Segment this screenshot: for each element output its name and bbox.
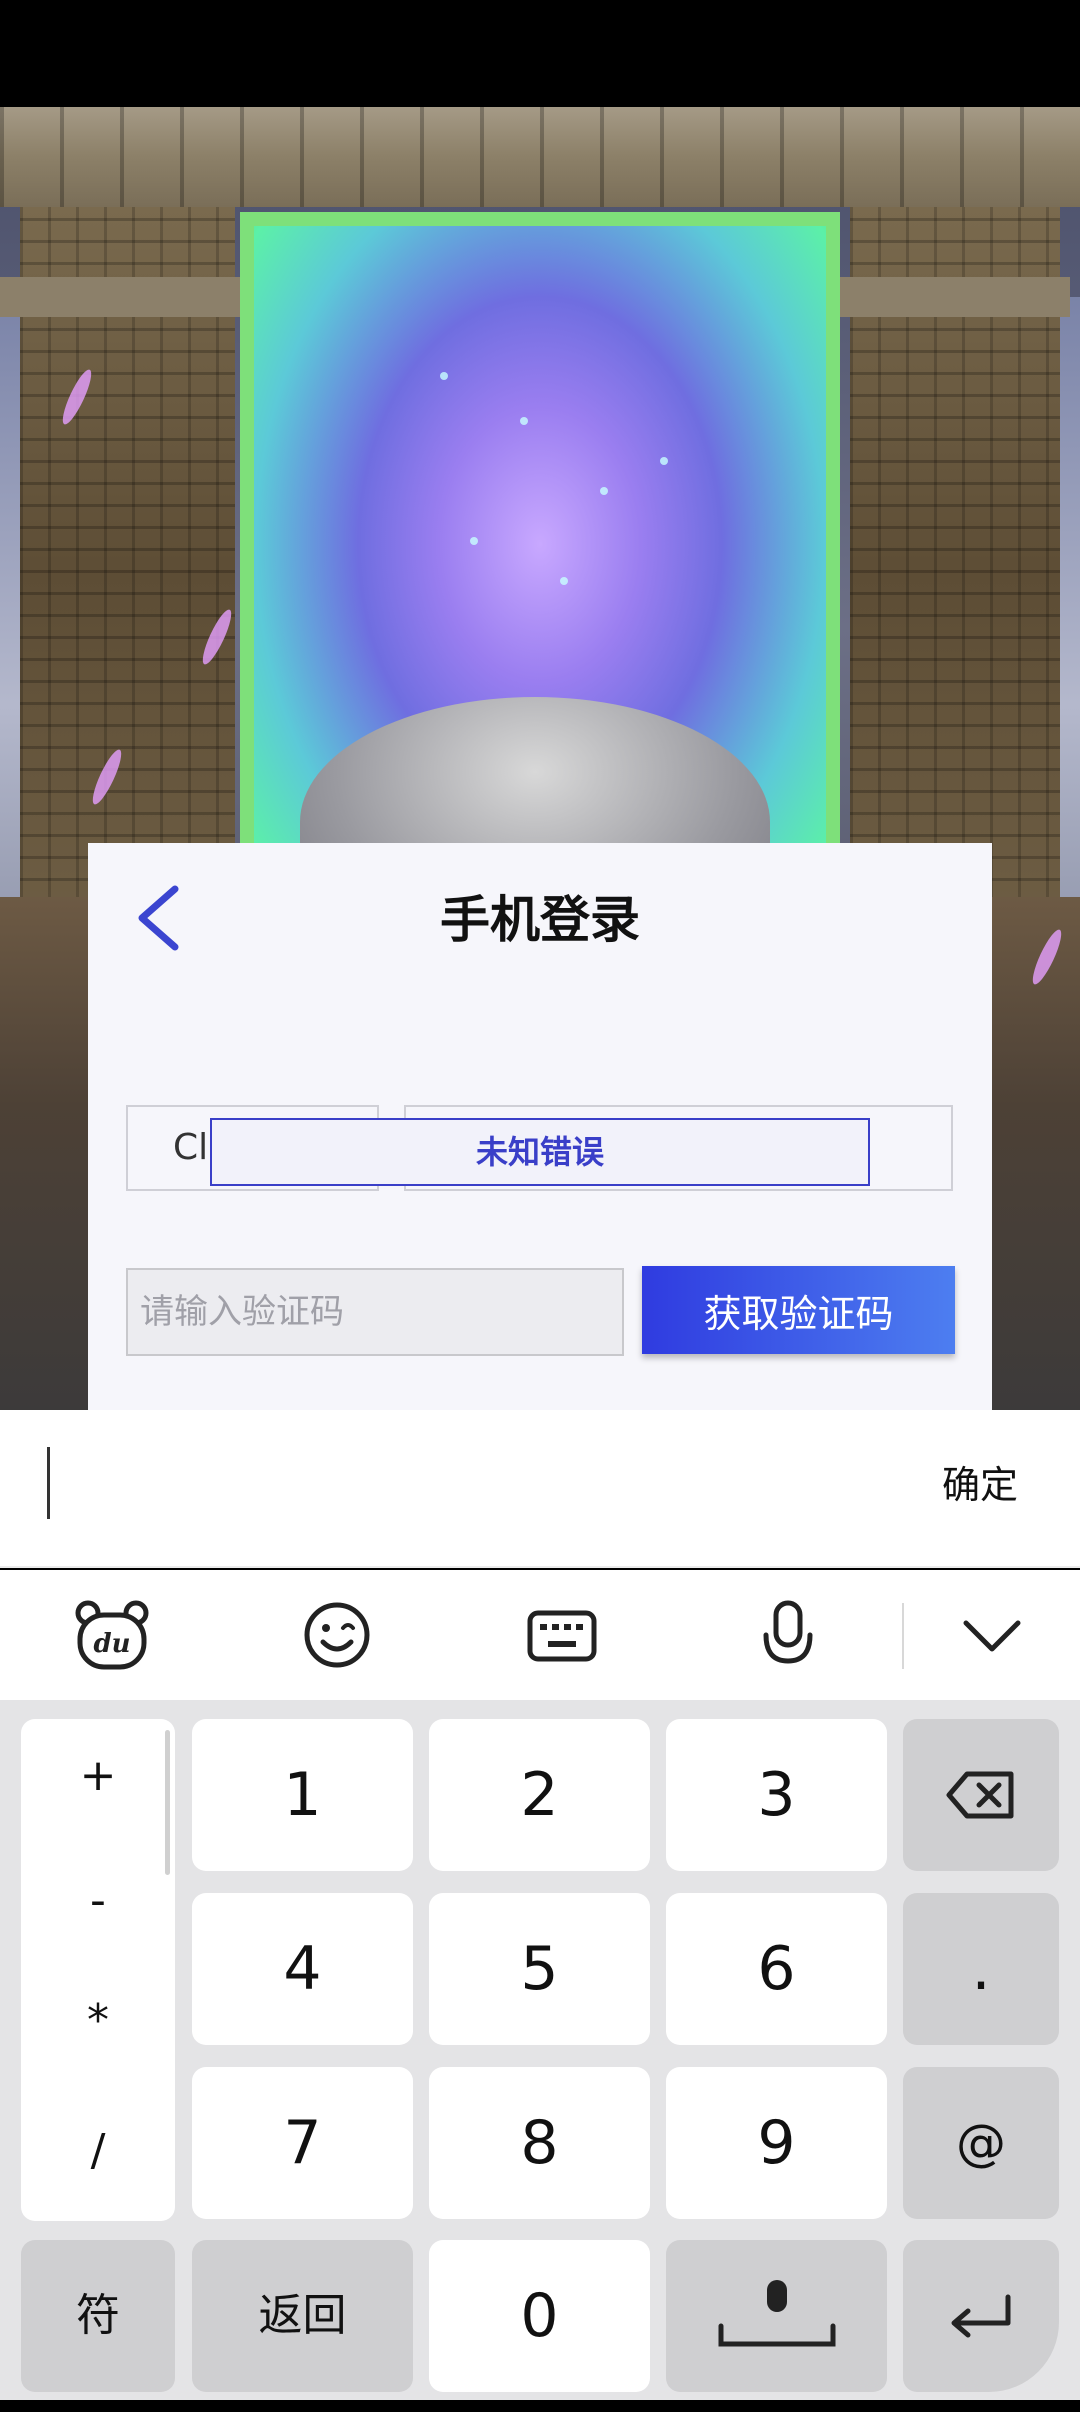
spark [440,372,448,380]
status-bar [0,0,1080,107]
key-1[interactable]: 1 [192,1719,413,1871]
key-at[interactable]: @ [903,2067,1059,2219]
key-8[interactable]: 8 [429,2067,650,2219]
collapse-chevron-icon[interactable] [954,1597,1030,1673]
country-code-text: Cl [173,1127,209,1168]
temple-lintel [0,107,1080,207]
text-caret [47,1447,50,1519]
spark [600,487,608,495]
pillar-right-capital [830,277,1070,317]
toolbar-divider [902,1603,904,1669]
du-bear-icon[interactable]: du [74,1597,150,1673]
key-9[interactable]: 9 [666,2067,887,2219]
enter-arrow-icon [951,2294,1011,2338]
space-mic-icon [718,2280,835,2347]
spark [470,537,478,545]
spark [660,457,668,465]
dialog-title: 手机登录 [440,891,640,949]
key-dot[interactable]: . [903,1893,1059,2045]
error-toast: 未知错误 [210,1118,870,1186]
key-3[interactable]: 3 [666,1719,887,1871]
key-6[interactable]: 6 [666,1893,887,2045]
key-asterisk[interactable]: * [21,1995,175,2046]
ime-input-bar[interactable] [0,1410,1080,1568]
symbols-key[interactable]: 符 [21,2240,175,2392]
pillar-right [850,207,1060,947]
back-key[interactable]: 返回 [192,2240,413,2392]
key-plus[interactable]: + [21,1750,175,1801]
key-7[interactable]: 7 [192,2067,413,2219]
voice-space-key[interactable] [666,2240,887,2392]
keyboard-icon[interactable] [524,1597,600,1673]
key-minus[interactable]: - [21,1875,175,1926]
confirm-button[interactable]: 确定 [930,1455,1030,1515]
svg-text:du: du [93,1629,130,1659]
delete-key[interactable] [903,1719,1059,1871]
key-0[interactable]: 0 [429,2240,650,2392]
key-slash[interactable]: / [21,2125,175,2176]
enter-key[interactable] [903,2240,1059,2392]
emoji-icon[interactable] [299,1597,375,1673]
verification-code-input[interactable] [126,1268,624,1356]
pillar-left-capital [0,277,245,317]
get-code-button[interactable]: 获取验证码 [642,1266,955,1354]
key-4[interactable]: 4 [192,1893,413,2045]
key-2[interactable]: 2 [429,1719,650,1871]
spark [560,577,568,585]
microphone-icon[interactable] [750,1597,826,1673]
pillar-left [20,207,235,947]
key-5[interactable]: 5 [429,1893,650,2045]
spark [520,417,528,425]
backspace-icon [946,1771,1014,1819]
